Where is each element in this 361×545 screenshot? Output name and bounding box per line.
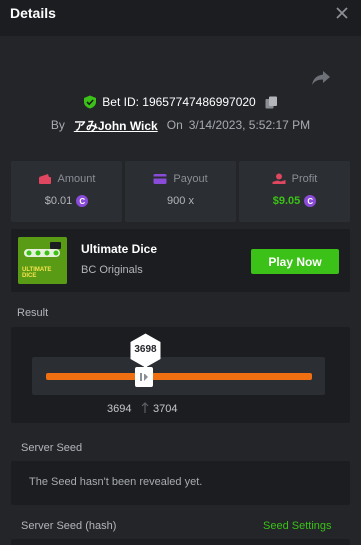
stat-payout-label-row: Payout	[153, 173, 208, 185]
copy-icon[interactable]	[265, 96, 278, 109]
close-icon[interactable]	[335, 6, 349, 20]
arrow-up-icon	[141, 402, 149, 413]
game-thumbnail[interactable]: ULTIMATE DICE	[18, 237, 67, 284]
range-low: 3694	[107, 403, 132, 415]
stat-amount-value-row: $0.01 C	[45, 195, 89, 207]
result-track	[46, 373, 312, 380]
coin-icon: C	[304, 195, 317, 207]
bet-id: Bet ID: 19657747486997020	[102, 95, 256, 109]
stat-amount: Amount $0.01 C	[11, 161, 122, 222]
modal-header: Details	[0, 0, 361, 36]
stat-profit-label: Profit	[291, 173, 318, 185]
username-link[interactable]: アみJohn Wick	[74, 117, 158, 134]
stat-profit: Profit $9.05 C	[239, 161, 350, 222]
server-seed-hash-label: Server Seed (hash)	[21, 520, 117, 532]
stat-payout: Payout 900 x	[125, 161, 236, 222]
modal-title: Details	[10, 5, 56, 21]
play-now-button[interactable]: Play Now	[251, 249, 339, 274]
bet-author-row: By アみJohn Wick On 3/14/2023, 5:52:17 PM	[0, 116, 361, 134]
stat-payout-value: 900 x	[167, 195, 194, 207]
server-seed-placeholder: The Seed hasn't been revealed yet.	[29, 476, 203, 488]
stat-payout-value-row: 900 x	[167, 195, 194, 207]
wallet-icon	[38, 174, 51, 184]
result-panel: 3698 3694 3704	[11, 327, 350, 423]
stat-payout-label: Payout	[173, 173, 208, 185]
result-label: Result	[17, 307, 49, 319]
game-card: ULTIMATE DICE Ultimate Dice BC Originals…	[11, 229, 350, 292]
range-high: 3704	[153, 403, 178, 415]
stat-amount-value: $0.01	[44, 195, 73, 207]
server-seed-label: Server Seed	[21, 442, 83, 454]
stat-profit-value-row: $9.05 C	[273, 195, 317, 207]
bet-stats: Amount $0.01 C Payout 900 x Profit $9.05…	[11, 161, 350, 222]
stat-amount-label: Amount	[57, 173, 96, 185]
card-icon	[153, 174, 167, 184]
game-provider: BC Originals	[81, 264, 143, 276]
bet-id-row: Bet ID: 19657747486997020	[0, 92, 361, 112]
on-label: On	[166, 118, 183, 132]
stat-profit-value: $9.05	[272, 195, 301, 207]
shield-check-icon	[84, 95, 97, 109]
hand-coin-icon	[272, 173, 286, 184]
result-value: 3698	[134, 344, 157, 355]
stat-amount-label-row: Amount	[38, 173, 96, 185]
coin-icon: C	[76, 195, 89, 207]
result-slider	[32, 357, 325, 395]
game-name: Ultimate Dice	[81, 242, 158, 256]
server-seed-field: The Seed hasn't been revealed yet.	[11, 461, 350, 505]
seed-settings-link[interactable]: Seed Settings	[263, 520, 332, 532]
result-pointer	[144, 366, 147, 374]
bet-datetime: 3/14/2023, 5:52:17 PM	[188, 118, 311, 132]
share-icon[interactable]	[311, 69, 331, 87]
stat-profit-label-row: Profit	[272, 173, 318, 185]
server-seed-hash-field	[11, 539, 350, 545]
game-thumbnail-text: ULTIMATE DICE	[22, 267, 52, 279]
by-label: By	[50, 118, 65, 132]
